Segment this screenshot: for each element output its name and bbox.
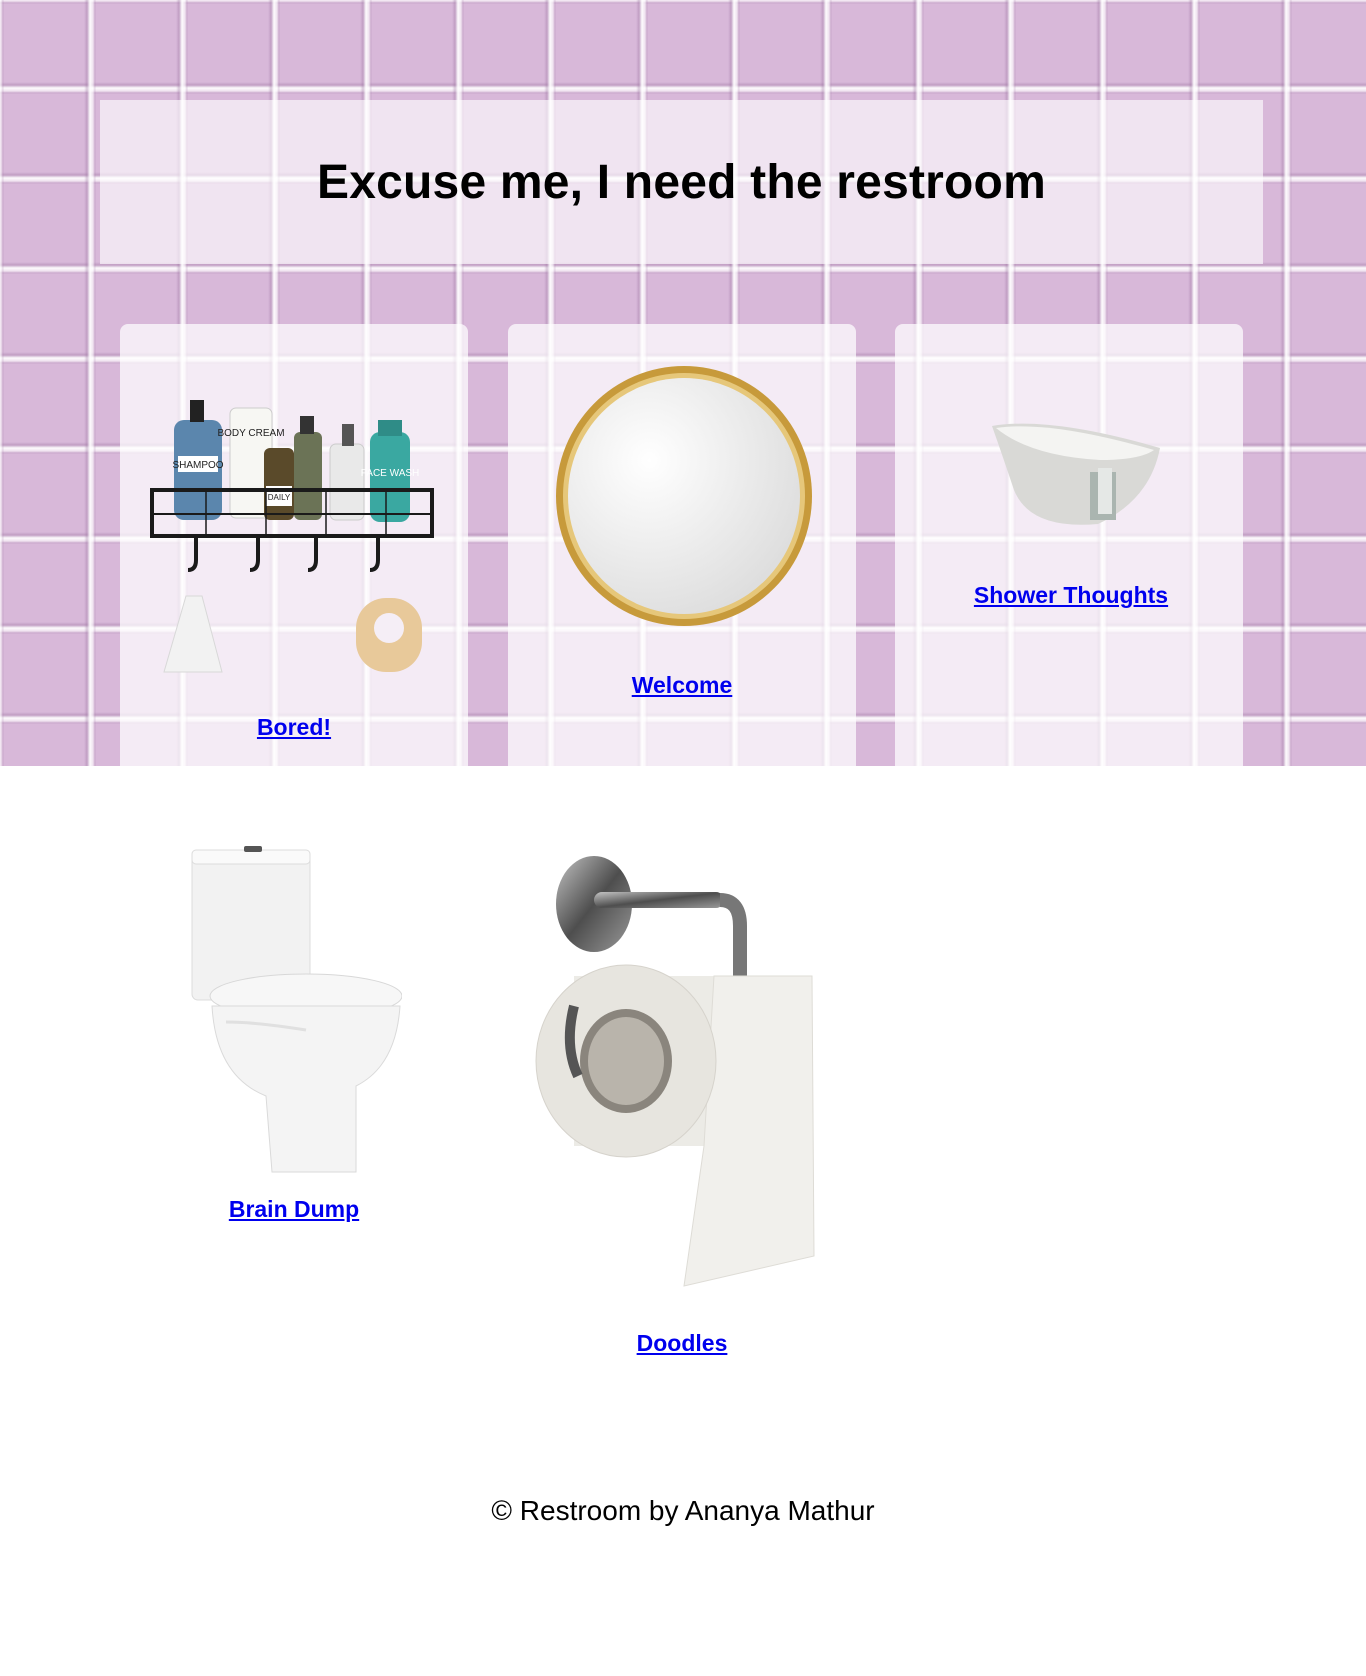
toilet-paper-roll-icon (535, 856, 815, 1287)
shelf-label-face-wash: FACE WASH (361, 468, 420, 479)
link-welcome[interactable]: Welcome (632, 672, 733, 699)
shelf-label-daily: DAILY (268, 493, 291, 502)
footer-copyright: © Restroom by Ananya Mathur (491, 1495, 875, 1526)
link-bored[interactable]: Bored! (257, 714, 331, 741)
link-brain-dump[interactable]: Brain Dump (229, 1196, 359, 1223)
title-banner: Excuse me, I need the restroom (100, 100, 1263, 264)
bathtub-icon (992, 423, 1160, 525)
round-mirror-icon (556, 366, 812, 626)
toilet-icon (191, 846, 402, 1173)
link-shower-thoughts[interactable]: Shower Thoughts (974, 582, 1168, 609)
link-doodles[interactable]: Doodles (637, 1330, 728, 1357)
page-title: Excuse me, I need the restroom (317, 155, 1046, 209)
card-shower-thoughts (895, 324, 1243, 766)
shelf-label-shampoo: SHAMPOO (172, 460, 223, 471)
shelf-label-body-cream: BODY CREAM (217, 428, 284, 439)
shower-caddy-icon: SHAMPOO BODY CREAM DAILY FACE WASH (150, 400, 434, 673)
